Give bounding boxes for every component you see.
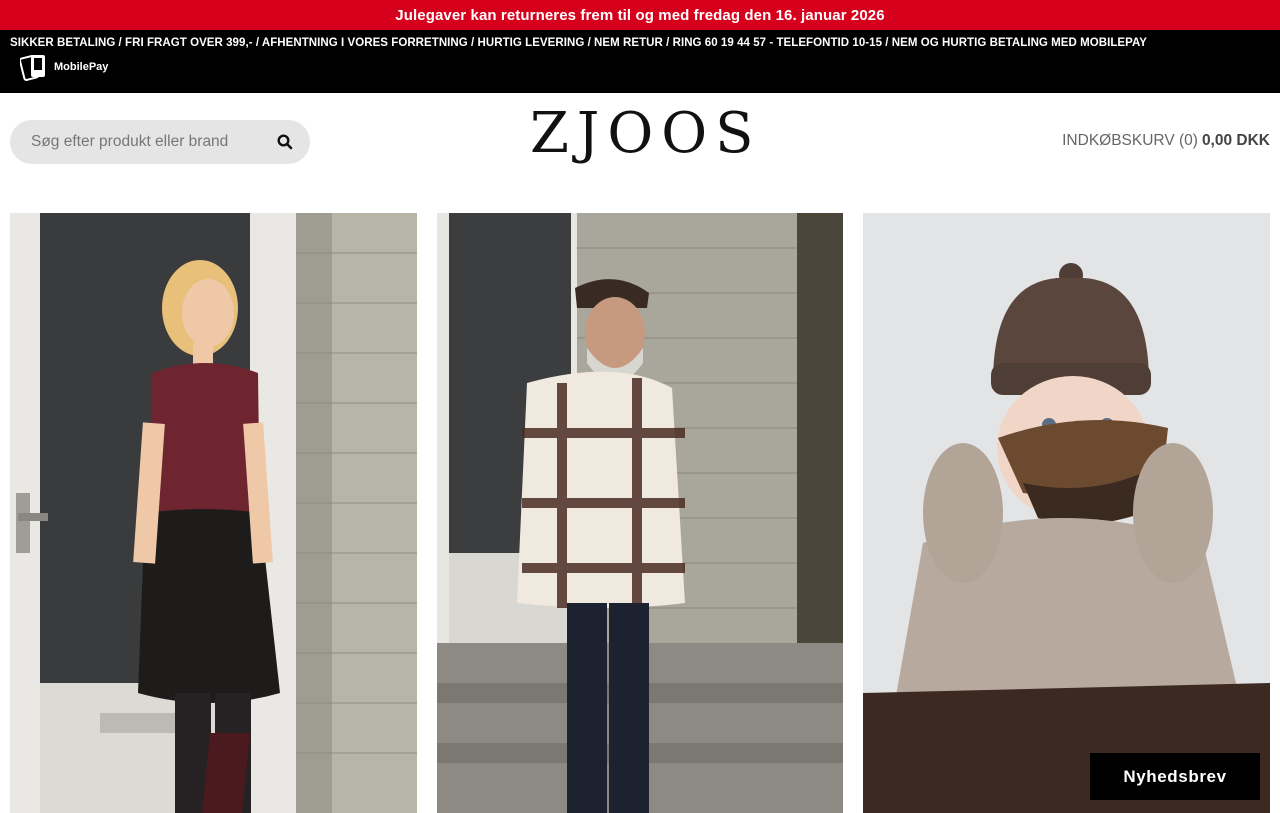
mobilepay-badge: MobilePay	[18, 52, 109, 82]
mobilepay-icon	[18, 52, 48, 82]
site-header: ZJOOS INDKØBSKURV (0)0,00 DKK	[0, 93, 1280, 213]
product-tile-man[interactable]	[437, 213, 843, 813]
announcement-bar: Julegaver kan returneres frem til og med…	[0, 0, 1280, 30]
cart-link[interactable]: INDKØBSKURV (0) 0,00 DKK	[1062, 132, 1270, 150]
man-photo	[437, 213, 843, 813]
announcement-text: Julegaver kan returneres frem til og med…	[395, 6, 885, 24]
product-tile-woman[interactable]	[10, 213, 417, 813]
cart-amount: 0,00 DKK	[1201, 132, 1270, 149]
woman-photo	[10, 213, 417, 813]
product-tile-child[interactable]	[863, 213, 1270, 813]
newsletter-button[interactable]: Nyhedsbrev	[1090, 753, 1260, 800]
search-icon[interactable]	[276, 133, 294, 151]
mobilepay-label: MobilePay	[54, 61, 109, 73]
site-logo[interactable]: ZJOOS	[530, 101, 754, 167]
usp-bar: SIKKER BETALING / FRI FRAGT OVER 399,- /…	[0, 30, 1280, 93]
usp-text: SIKKER BETALING / FRI FRAGT OVER 399,- /…	[10, 37, 1148, 49]
search-input[interactable]	[31, 133, 276, 151]
child-photo	[863, 213, 1270, 813]
cart-label: INDKØBSKURV (0)	[1062, 132, 1198, 149]
search-box	[10, 120, 310, 164]
